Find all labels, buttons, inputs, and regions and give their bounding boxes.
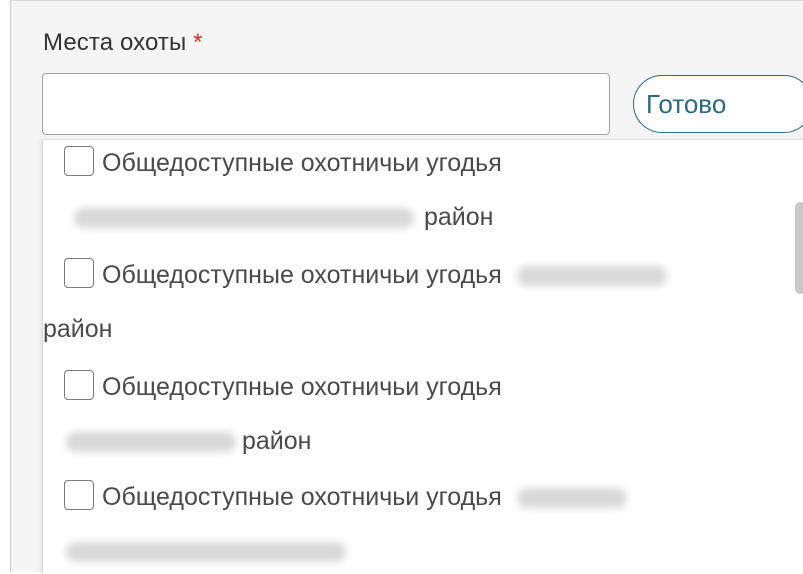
list-item[interactable]: Общедоступные охотничьи угодья (64, 470, 774, 574)
option-label: Общедоступные охотничьи угодья (102, 149, 502, 177)
checkbox[interactable] (64, 370, 94, 400)
options-dropdown[interactable]: Общедоступные охотничьи угодья район Общ… (42, 139, 803, 574)
redacted-text (516, 488, 627, 509)
list-item[interactable]: Общедоступные охотничьи угодья район (43, 248, 774, 356)
required-asterisk: * (193, 29, 203, 56)
list-item[interactable]: Общедоступные охотничьи угодья район (64, 140, 774, 244)
option-suffix: район (43, 315, 113, 343)
redacted-text (74, 208, 414, 229)
hunting-places-panel: Места охоты * Готово Общедоступные охотн… (10, 0, 803, 574)
checkbox[interactable] (64, 258, 94, 288)
redacted-text (66, 542, 346, 563)
option-suffix: район (242, 427, 312, 455)
done-button[interactable]: Готово (633, 75, 803, 133)
option-label: Общедоступные охотничьи угодья (102, 261, 502, 289)
field-label: Места охоты * (43, 29, 203, 57)
field-label-text: Места охоты (43, 29, 187, 56)
hunting-places-input[interactable] (42, 73, 610, 135)
option-label: Общедоступные охотничьи угодья (102, 483, 502, 511)
list-item[interactable]: Общедоступные охотничьи угодья район (64, 360, 774, 468)
checkbox[interactable] (64, 146, 94, 176)
redacted-text (66, 432, 236, 453)
option-suffix: район (424, 203, 494, 231)
checkbox[interactable] (64, 480, 94, 510)
dropdown-scrollbar[interactable] (795, 202, 803, 294)
option-label: Общедоступные охотничьи угодья (102, 373, 502, 401)
redacted-text (516, 266, 667, 287)
